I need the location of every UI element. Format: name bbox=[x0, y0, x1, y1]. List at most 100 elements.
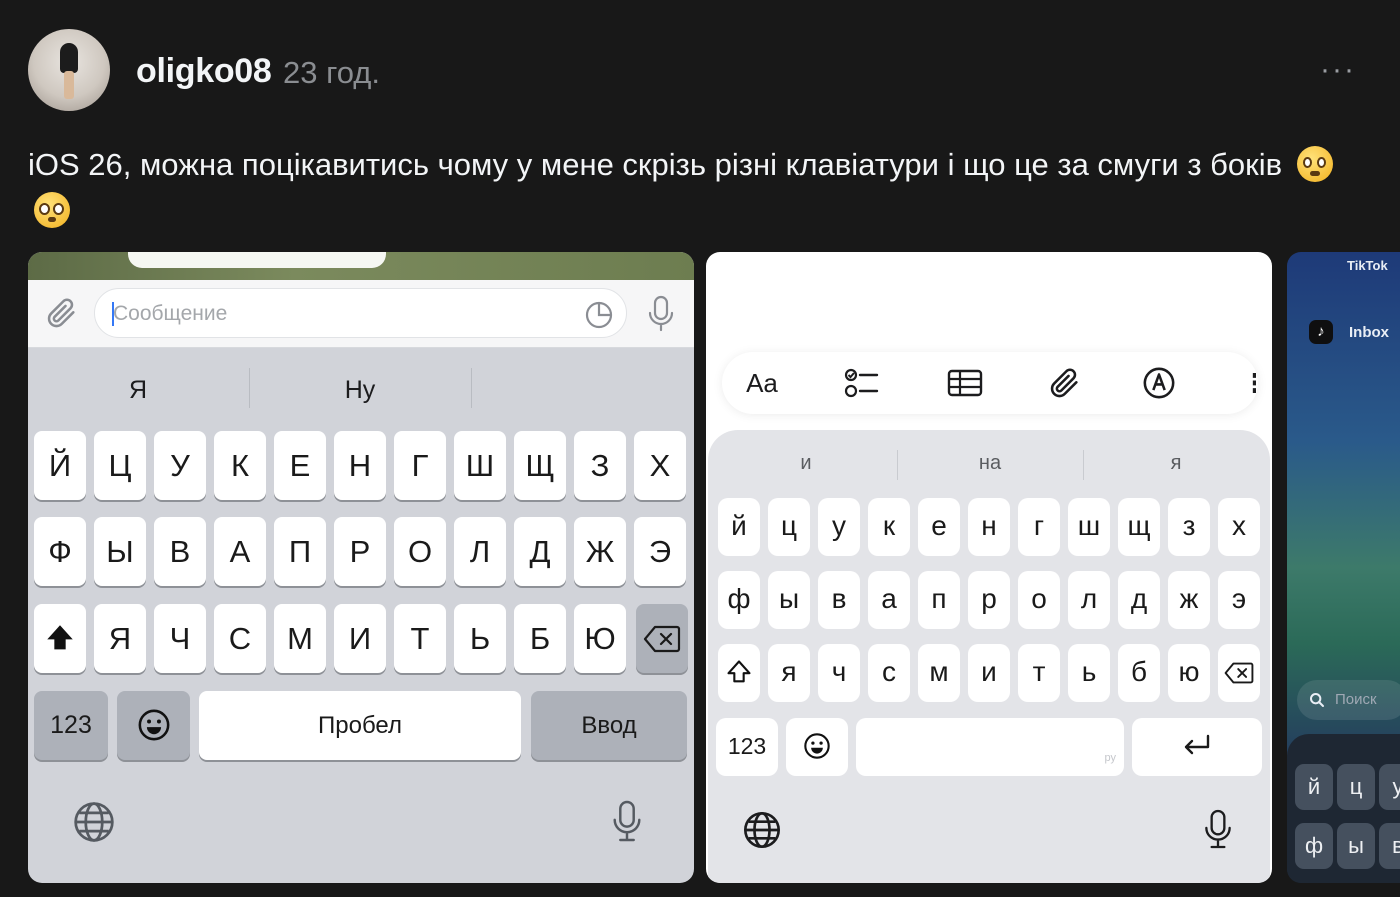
key[interactable]: р bbox=[968, 571, 1010, 629]
more-options-button[interactable]: ··· bbox=[1318, 55, 1358, 85]
dictation-microphone-icon[interactable] bbox=[608, 797, 646, 845]
numbers-key[interactable]: 123 bbox=[34, 691, 108, 760]
key[interactable]: в bbox=[1379, 823, 1400, 869]
key[interactable]: б bbox=[1118, 644, 1160, 702]
key[interactable]: д bbox=[1118, 571, 1160, 629]
return-key[interactable] bbox=[1132, 718, 1262, 776]
key[interactable]: Ч bbox=[154, 604, 206, 673]
key[interactable]: Р bbox=[334, 517, 386, 586]
key[interactable]: ф bbox=[1295, 823, 1333, 869]
shift-key[interactable] bbox=[34, 604, 86, 673]
key[interactable]: ч bbox=[818, 644, 860, 702]
space-key[interactable]: Пробел bbox=[199, 691, 521, 760]
key[interactable]: Й bbox=[34, 431, 86, 500]
key[interactable]: Я bbox=[94, 604, 146, 673]
key[interactable]: в bbox=[818, 571, 860, 629]
space-key[interactable]: ру bbox=[856, 718, 1124, 776]
key[interactable]: Л bbox=[454, 517, 506, 586]
key[interactable]: ж bbox=[1168, 571, 1210, 629]
key[interactable]: ш bbox=[1068, 498, 1110, 556]
key[interactable]: щ bbox=[1118, 498, 1160, 556]
key[interactable]: г bbox=[1018, 498, 1060, 556]
key[interactable]: Н bbox=[334, 431, 386, 500]
key[interactable]: Ь bbox=[454, 604, 506, 673]
globe-icon[interactable] bbox=[72, 800, 116, 844]
table-icon[interactable] bbox=[946, 366, 984, 400]
key[interactable]: й bbox=[1295, 764, 1333, 810]
key[interactable]: П bbox=[274, 517, 326, 586]
suggestion-item[interactable]: я bbox=[1086, 452, 1266, 475]
markup-pen-icon[interactable] bbox=[1142, 366, 1176, 400]
key[interactable]: э bbox=[1218, 571, 1260, 629]
key[interactable]: е bbox=[918, 498, 960, 556]
sticker-icon[interactable] bbox=[583, 299, 615, 331]
key[interactable]: т bbox=[1018, 644, 1060, 702]
key[interactable]: к bbox=[868, 498, 910, 556]
key[interactable]: с bbox=[868, 644, 910, 702]
screenshot-ios26-keyboard[interactable]: Aa ⋮ и на я й ц у к е н г ш щ з х ф ы в … bbox=[706, 252, 1272, 883]
key[interactable]: н bbox=[968, 498, 1010, 556]
key[interactable]: ы bbox=[768, 571, 810, 629]
message-input[interactable] bbox=[113, 299, 553, 329]
numbers-key[interactable]: 123 bbox=[716, 718, 778, 776]
emoji-key[interactable] bbox=[117, 691, 190, 760]
checklist-icon[interactable] bbox=[844, 366, 880, 400]
key[interactable]: у bbox=[1379, 764, 1400, 810]
key[interactable]: Е bbox=[274, 431, 326, 500]
message-field[interactable] bbox=[94, 288, 627, 338]
username[interactable]: oligko08 bbox=[136, 52, 272, 91]
suggestion-item[interactable]: Я bbox=[28, 376, 248, 405]
return-key[interactable]: Ввод bbox=[531, 691, 687, 760]
backspace-key[interactable] bbox=[636, 604, 688, 673]
key[interactable]: М bbox=[274, 604, 326, 673]
search-field[interactable]: Поиск bbox=[1297, 680, 1400, 720]
key[interactable]: С bbox=[214, 604, 266, 673]
key[interactable]: Ф bbox=[34, 517, 86, 586]
suggestion-item[interactable]: на bbox=[900, 452, 1080, 475]
key[interactable]: х bbox=[1218, 498, 1260, 556]
key[interactable]: Щ bbox=[514, 431, 566, 500]
key[interactable]: И bbox=[334, 604, 386, 673]
key[interactable]: А bbox=[214, 517, 266, 586]
key[interactable]: ц bbox=[768, 498, 810, 556]
globe-icon[interactable] bbox=[742, 810, 782, 850]
key[interactable]: п bbox=[918, 571, 960, 629]
key[interactable]: Д bbox=[514, 517, 566, 586]
key[interactable]: у bbox=[818, 498, 860, 556]
key[interactable]: Ю bbox=[574, 604, 626, 673]
key[interactable]: о bbox=[1018, 571, 1060, 629]
key[interactable]: Ж bbox=[574, 517, 626, 586]
suggestion-item[interactable]: Ну bbox=[250, 376, 470, 405]
more-tools-icon[interactable]: ⋮ bbox=[1242, 366, 1256, 400]
key[interactable]: З bbox=[574, 431, 626, 500]
key[interactable]: О bbox=[394, 517, 446, 586]
key[interactable]: и bbox=[968, 644, 1010, 702]
key[interactable]: я bbox=[768, 644, 810, 702]
key[interactable]: ь bbox=[1068, 644, 1110, 702]
backspace-key[interactable] bbox=[1218, 644, 1260, 702]
key[interactable]: ю bbox=[1168, 644, 1210, 702]
key[interactable]: Т bbox=[394, 604, 446, 673]
key[interactable]: й bbox=[718, 498, 760, 556]
key[interactable]: Э bbox=[634, 517, 686, 586]
dictation-microphone-icon[interactable] bbox=[1200, 806, 1236, 852]
key[interactable]: з bbox=[1168, 498, 1210, 556]
key[interactable]: а bbox=[868, 571, 910, 629]
key[interactable]: ц bbox=[1337, 764, 1375, 810]
key[interactable]: Б bbox=[514, 604, 566, 673]
inbox-label[interactable]: Inbox bbox=[1349, 324, 1389, 341]
key[interactable]: Ы bbox=[94, 517, 146, 586]
screenshot-telegram-keyboard[interactable]: Я Ну Й Ц У К Е Н Г Ш Щ З Х Ф Ы В А П Р О… bbox=[28, 252, 694, 883]
key[interactable]: У bbox=[154, 431, 206, 500]
suggestion-item[interactable]: и bbox=[716, 452, 896, 475]
key[interactable]: м bbox=[918, 644, 960, 702]
emoji-key[interactable] bbox=[786, 718, 848, 776]
screenshot-tiktok-keyboard[interactable]: TikTok ♪ Inbox Поиск й ц у ф ы в bbox=[1287, 252, 1400, 883]
key[interactable]: ы bbox=[1337, 823, 1375, 869]
paperclip-icon[interactable] bbox=[44, 296, 80, 332]
shift-key[interactable] bbox=[718, 644, 760, 702]
microphone-icon[interactable] bbox=[644, 294, 678, 334]
key[interactable]: В bbox=[154, 517, 206, 586]
text-format-button[interactable]: Aa bbox=[740, 366, 784, 400]
key[interactable]: Ш bbox=[454, 431, 506, 500]
